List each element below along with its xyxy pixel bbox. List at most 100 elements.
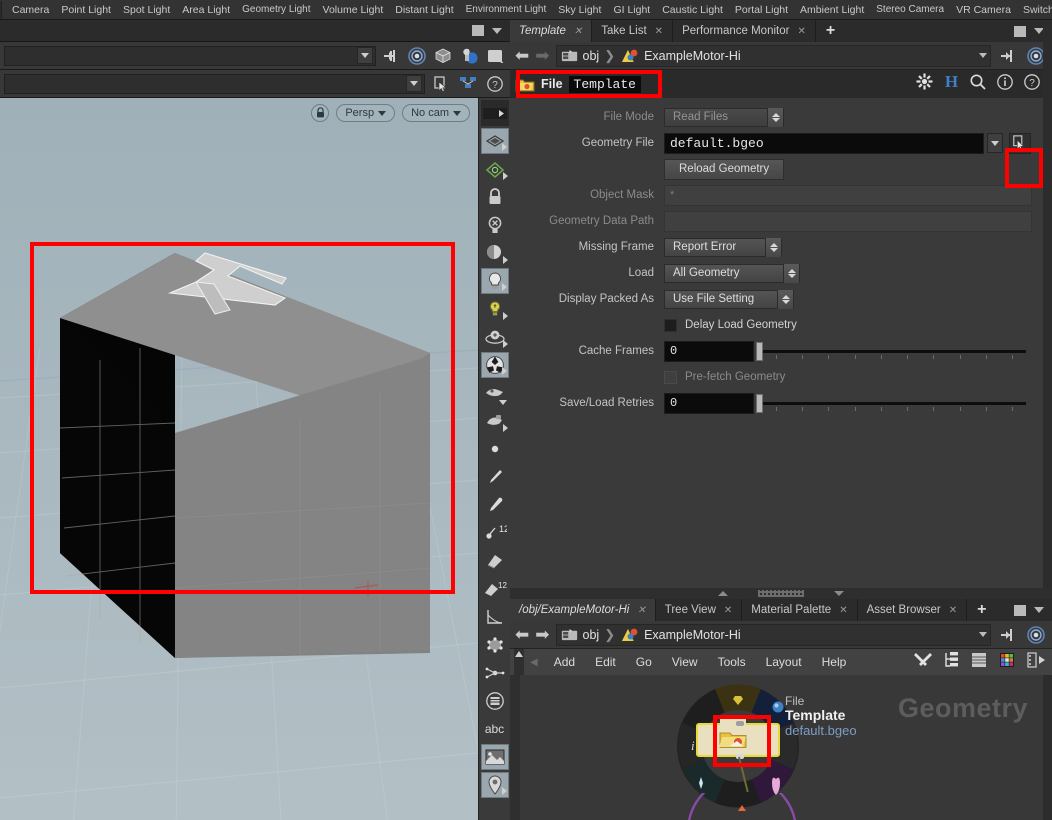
shelf-item-area-light[interactable]: Area Light (176, 4, 236, 15)
pin-icon[interactable] (380, 45, 402, 67)
sweep-tool-icon[interactable] (481, 548, 509, 574)
tab-take-list[interactable]: Take List ✕ (592, 20, 674, 42)
close-icon[interactable]: ✕ (797, 26, 805, 37)
tab-performance-monitor[interactable]: Performance Monitor ✕ (673, 20, 816, 42)
light-tool-icon[interactable] (480, 268, 509, 294)
handle-tool-icon[interactable] (481, 156, 509, 182)
parameter-breadcrumb[interactable]: obj ❯ ExampleMotor-Hi (555, 44, 991, 67)
headlight-tool-icon[interactable] (481, 296, 509, 322)
display-packed-as-menu[interactable]: Use File Setting (664, 289, 794, 309)
geometry-file-dropdown[interactable] (987, 133, 1003, 153)
cache-frames-slider-handle[interactable] (756, 341, 763, 361)
background-image-tool-icon[interactable] (480, 744, 509, 770)
shelf-item-stereo-camera[interactable]: Stereo Camera (870, 5, 950, 15)
shelf-item-vr-camera[interactable]: VR Camera (950, 4, 1017, 15)
tab-material-palette[interactable]: Material Palette ✕ (742, 599, 858, 621)
help-icon[interactable]: ? (484, 73, 506, 95)
shelf-item-gi-light[interactable]: GI Light (607, 4, 656, 15)
geometry-file-input[interactable]: default.bgeo (664, 132, 984, 154)
search-icon[interactable] (969, 73, 987, 96)
help-icon[interactable]: ? (1023, 73, 1041, 96)
save-load-retries-slider-track[interactable] (763, 401, 1026, 411)
add-tab-button[interactable]: + (967, 601, 996, 619)
select-tool-icon[interactable] (480, 128, 509, 154)
network-scroll-up-button[interactable] (514, 649, 524, 675)
more-icon[interactable] (1026, 651, 1046, 674)
breadcrumb-root[interactable]: obj (583, 49, 600, 63)
houdini-h-icon[interactable]: H (943, 72, 960, 96)
delay-load-geometry-checkbox[interactable] (664, 318, 677, 332)
menu-help[interactable]: Help (812, 655, 857, 669)
bbox-tool-icon[interactable] (481, 632, 509, 658)
shelf-item-ambient-light[interactable]: Ambient Light (794, 4, 870, 15)
load-spinner[interactable] (783, 263, 799, 283)
breadcrumb-root[interactable]: obj (583, 628, 600, 642)
viewport-3d[interactable]: Persp No cam (0, 98, 478, 820)
tools-icon[interactable] (913, 651, 933, 674)
text-tool-icon[interactable]: abc (481, 716, 509, 742)
close-icon[interactable]: ✕ (839, 605, 847, 616)
shelf-item-distant-light[interactable]: Distant Light (389, 4, 459, 15)
shelf-item-sky-light[interactable]: Sky Light (552, 4, 607, 15)
menu-scroll-left-icon[interactable]: ◀ (524, 657, 544, 668)
pane-splitter[interactable] (510, 588, 1052, 599)
close-icon[interactable]: ✕ (724, 605, 732, 616)
pin-icon[interactable] (997, 624, 1019, 646)
menu-edit[interactable]: Edit (585, 655, 626, 669)
info-icon[interactable] (996, 73, 1014, 96)
network-canvas[interactable]: Geometry i File Template default.bgeo (510, 675, 1052, 820)
ghost-tool-icon[interactable] (481, 212, 509, 238)
sweep-12-tool-icon[interactable]: 12 (481, 576, 509, 602)
target-icon[interactable] (1025, 624, 1047, 646)
tab-template[interactable]: Template ✕ (510, 20, 593, 42)
dot-marker-icon[interactable] (481, 436, 509, 462)
viewport-camera-select[interactable]: No cam (402, 104, 470, 122)
shelf-item-point-light[interactable]: Point Light (55, 4, 117, 15)
file-node-chip[interactable] (696, 717, 780, 759)
pivot-tool-icon[interactable] (481, 660, 509, 686)
pane-menu-icon[interactable] (1034, 607, 1044, 613)
pin-icon[interactable] (997, 45, 1019, 67)
shelf-item-spot-light[interactable]: Spot Light (117, 4, 176, 15)
menu-layout[interactable]: Layout (756, 655, 812, 669)
camera-tool-icon[interactable] (481, 380, 509, 406)
breadcrumb-node[interactable]: ExampleMotor-Hi (644, 49, 741, 63)
render-tool-icon[interactable] (480, 352, 509, 378)
shading-tool-icon[interactable] (481, 240, 509, 266)
splitter-collapse-up-icon[interactable] (718, 591, 728, 596)
shelf-grip-secondary[interactable] (1, 0, 2, 19)
paint-tool-icon[interactable] (481, 408, 509, 434)
menu-view[interactable]: View (662, 655, 708, 669)
splitter-grip[interactable] (758, 590, 804, 597)
viewport-secondary-field[interactable] (4, 73, 425, 94)
viewport-view-mode[interactable]: Persp (336, 104, 396, 122)
viewport-secondary-dropdown[interactable] (406, 75, 422, 92)
viewport-pane-menu-icon[interactable] (492, 27, 502, 34)
reload-geometry-button[interactable]: Reload Geometry (664, 158, 785, 180)
geometry-data-path-field[interactable] (664, 210, 1032, 232)
menu-go[interactable]: Go (626, 655, 662, 669)
splitter-collapse-down-icon[interactable] (834, 591, 844, 596)
cache-frames-slider[interactable] (756, 341, 1026, 362)
env-light-tool-icon[interactable] (481, 324, 509, 350)
tree-icon[interactable] (943, 651, 960, 674)
palette-icon[interactable] (998, 651, 1016, 674)
network-scrollbar[interactable] (1043, 675, 1052, 820)
frame-12-tool-icon[interactable]: 12 (481, 520, 509, 546)
chevron-down-icon[interactable] (979, 53, 987, 58)
menu-add[interactable]: Add (544, 655, 585, 669)
tab-obj-examplemotor-hi[interactable]: /obj/ExampleMotor-Hi ✕ (510, 599, 656, 621)
network-left-rail[interactable] (510, 675, 520, 820)
shelf-item-geometry-light[interactable]: Geometry Light (236, 5, 316, 15)
network-breadcrumb[interactable]: obj ❯ ExampleMotor-Hi (555, 623, 991, 646)
lock-tool-icon[interactable] (481, 184, 509, 210)
geometry-file-browse-button[interactable] (1009, 132, 1031, 154)
chevron-down-icon[interactable] (979, 632, 987, 637)
viewport-path-dropdown[interactable] (357, 47, 373, 64)
select-cursor-icon[interactable] (430, 73, 452, 95)
nav-back-icon[interactable]: ⬅ (515, 626, 529, 643)
object-mask-field[interactable]: * (664, 184, 1032, 206)
pre-fetch-geometry-checkbox[interactable] (664, 370, 677, 384)
menu-tools[interactable]: Tools (708, 655, 756, 669)
layer-tool-icon[interactable] (481, 688, 509, 714)
